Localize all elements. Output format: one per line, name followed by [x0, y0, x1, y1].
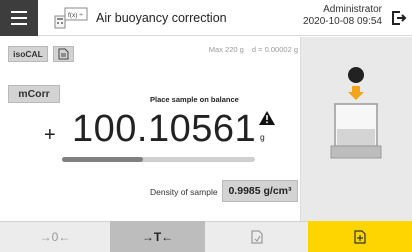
balance-specs: Max 220 g d = 0.00002 g — [170, 45, 298, 54]
readability: d = 0.00002 g — [251, 45, 298, 54]
isocal-button[interactable]: isoCAL — [8, 46, 48, 62]
add-document-icon — [354, 229, 366, 244]
weight-unit: g — [260, 132, 265, 142]
sample-illustration — [330, 67, 382, 159]
sample-illustration-panel — [300, 37, 412, 221]
document-icon — [250, 229, 263, 244]
max-capacity: Max 220 g — [208, 45, 244, 54]
weight-ball-icon — [348, 67, 364, 83]
protocol-button[interactable] — [205, 221, 308, 252]
density-value-field[interactable]: 0.9985 g/cm³ — [222, 180, 298, 202]
logout-icon — [392, 11, 407, 25]
document-icon — [58, 48, 69, 60]
page-title: Air buoyancy correction — [96, 11, 227, 25]
mcorr-button[interactable]: mCorr — [8, 85, 60, 103]
weight-sign: + — [44, 124, 56, 146]
document-button[interactable] — [53, 46, 74, 62]
weight-value: 100.10561 — [72, 108, 257, 150]
logout-button[interactable] — [386, 0, 412, 36]
weighing-progress-fill — [62, 157, 144, 162]
zero-button[interactable]: →0← — [0, 221, 110, 252]
tare-button[interactable]: →T← — [110, 221, 205, 252]
app-icon-text: f(x) ÷ — [68, 12, 83, 19]
density-label: Density of sample — [150, 187, 218, 197]
add-result-button[interactable] — [308, 221, 412, 252]
instruction-text: Place sample on balance — [150, 95, 239, 104]
beaker-icon — [330, 103, 382, 159]
date-time: 2020-10-08 09:54 — [303, 16, 382, 27]
down-arrow-icon — [348, 86, 364, 100]
warning-icon — [259, 111, 275, 125]
menu-button[interactable] — [0, 0, 38, 36]
user-name: Administrator — [323, 4, 382, 15]
menu-icon — [11, 9, 27, 27]
app-function-icon: f(x) ÷ — [54, 7, 88, 29]
user-info: Administrator 2020-10-08 09:54 — [300, 4, 382, 28]
